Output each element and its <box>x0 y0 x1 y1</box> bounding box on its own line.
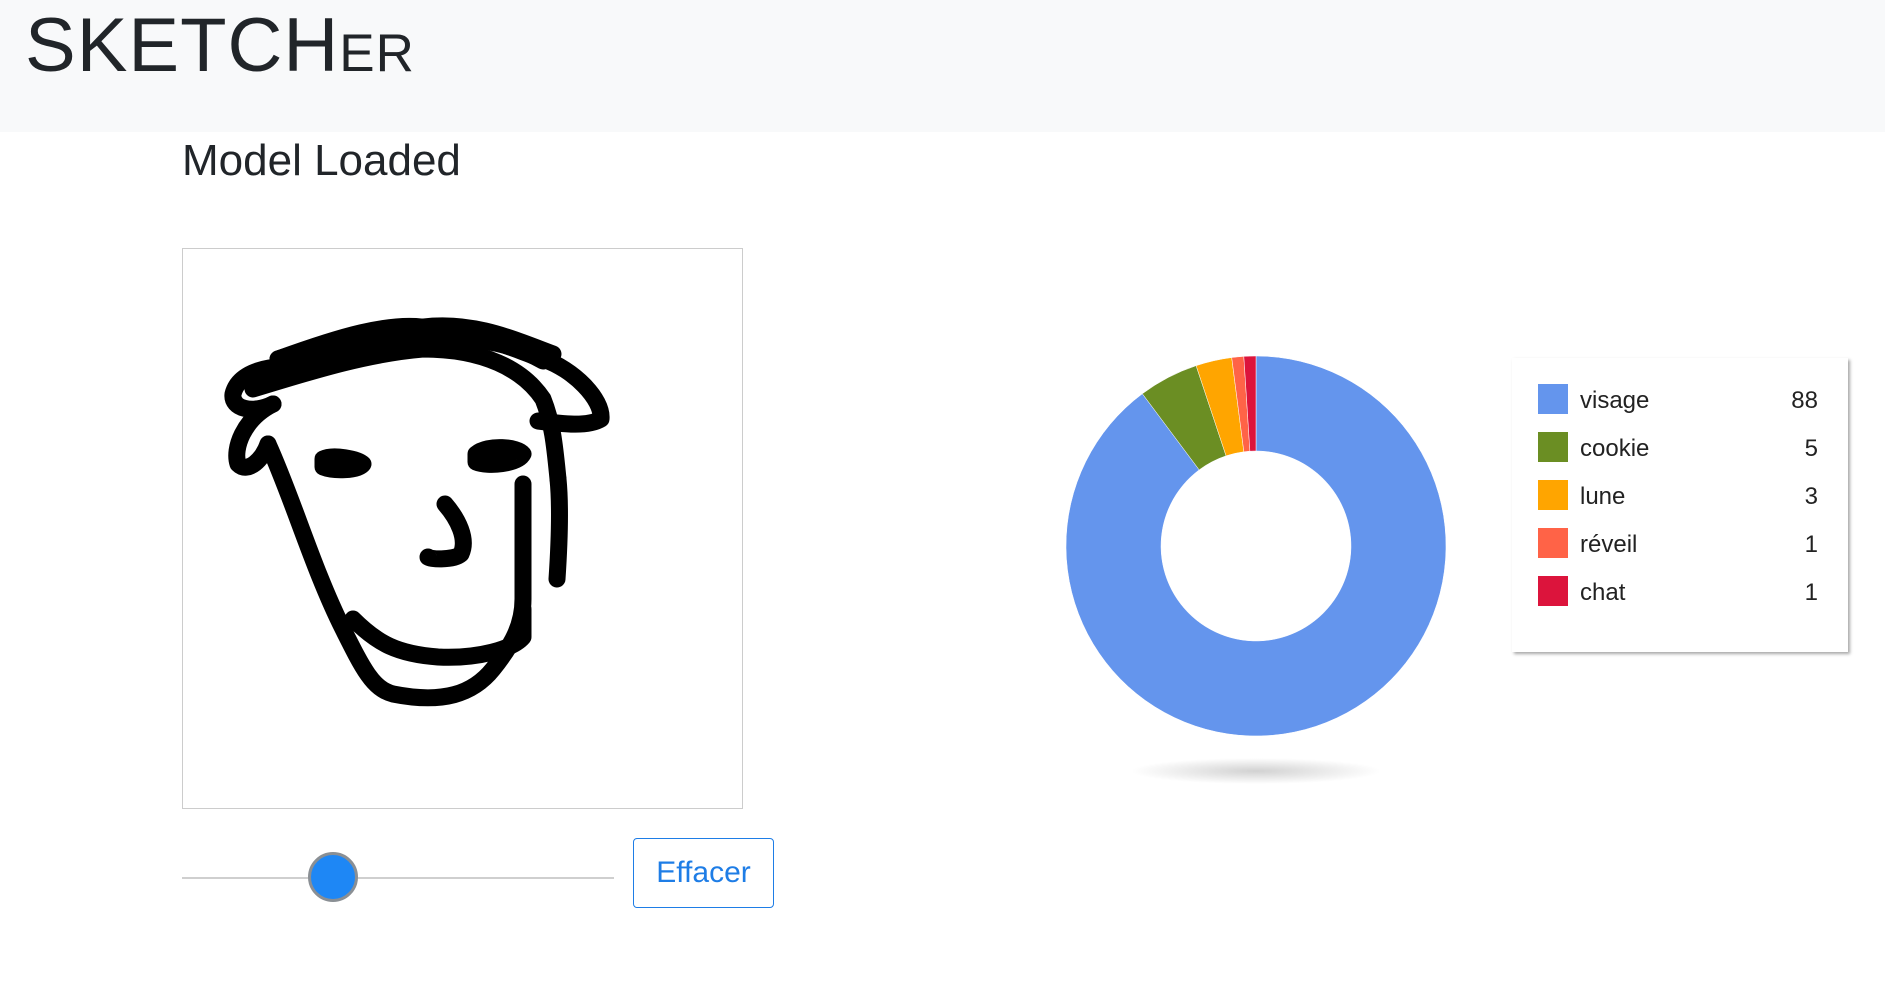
legend-value: 5 <box>1804 435 1818 462</box>
model-status: Model Loaded <box>182 136 461 185</box>
slider-thumb[interactable] <box>308 852 359 902</box>
legend-label: chat <box>1580 579 1626 606</box>
legend-item-visage: visage 88 <box>1512 384 1848 432</box>
legend-item-chat: chat 1 <box>1512 576 1848 624</box>
clear-button[interactable]: Effacer <box>633 838 774 908</box>
legend-value: 1 <box>1804 579 1818 606</box>
brush-size-slider[interactable] <box>182 850 614 906</box>
legend-label: visage <box>1580 387 1650 414</box>
legend-label: cookie <box>1580 435 1650 462</box>
legend-swatch <box>1538 384 1568 414</box>
legend-value: 88 <box>1791 387 1818 414</box>
legend-label: lune <box>1580 483 1626 510</box>
legend-swatch <box>1538 432 1568 462</box>
sketch-drawing <box>224 317 610 707</box>
legend-item-réveil: réveil 1 <box>1512 528 1848 576</box>
legend-value: 3 <box>1804 483 1818 510</box>
legend-swatch <box>1538 576 1568 606</box>
legend-swatch <box>1538 528 1568 558</box>
legend-swatch <box>1538 480 1568 510</box>
chart-legend: visage 88 cookie 5 lune 3 réveil 1 chat 1 <box>1512 358 1848 652</box>
prediction-chart <box>1060 340 1460 800</box>
app-title: SKETCHer <box>25 3 415 88</box>
chart-shadow <box>1131 758 1381 784</box>
slider-track[interactable] <box>182 877 614 879</box>
legend-item-cookie: cookie 5 <box>1512 432 1848 480</box>
drawing-canvas[interactable] <box>182 248 743 809</box>
legend-item-lune: lune 3 <box>1512 480 1848 528</box>
legend-label: réveil <box>1580 531 1638 558</box>
navbar: SKETCHer <box>0 0 1885 132</box>
legend-value: 1 <box>1804 531 1818 558</box>
